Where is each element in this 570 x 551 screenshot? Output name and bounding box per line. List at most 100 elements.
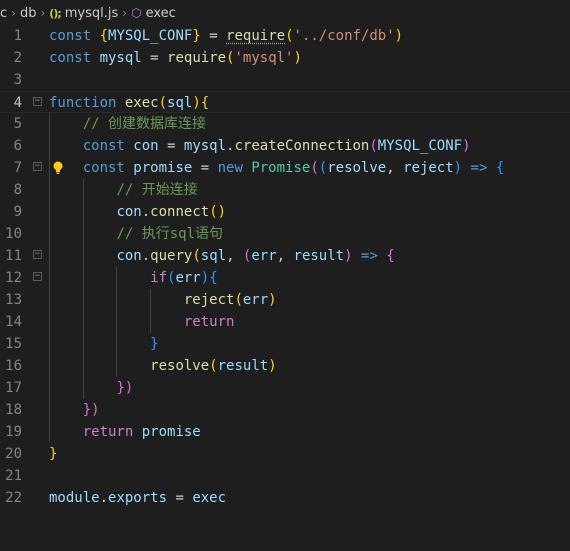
code-text: const con = mysql.createConnection(MYSQL… <box>49 135 471 157</box>
code-line[interactable]: 12 − if(err){ <box>0 267 570 289</box>
code-line[interactable]: 21 <box>0 465 570 487</box>
code-token: Promise <box>251 160 311 176</box>
code-token: { <box>386 248 395 264</box>
code-token: module <box>49 490 100 506</box>
line-number: 17 <box>5 380 22 396</box>
code-token: createConnection <box>234 138 370 154</box>
code-line[interactable]: 14 return <box>0 311 570 333</box>
breadcrumb-symbol[interactable]: exec <box>146 6 176 21</box>
code-token: ( <box>209 358 218 374</box>
code-token: } <box>192 28 201 44</box>
code-line[interactable]: 18 }) <box>0 399 570 421</box>
code-token: = <box>158 138 184 154</box>
code-line[interactable]: 10 // 执行sql语句 <box>0 223 570 245</box>
code-line[interactable]: 9 con.connect() <box>0 201 570 223</box>
code-token: MYSQL_CONF <box>108 28 193 44</box>
code-token: con <box>116 248 142 264</box>
code-line[interactable]: 3 <box>0 69 570 91</box>
code-token: ( <box>318 160 328 176</box>
code-line[interactable]: 7− const promise = new Promise((resolve,… <box>0 157 570 179</box>
code-token: . <box>141 204 151 220</box>
breadcrumb-folder-c[interactable]: c <box>0 6 7 21</box>
code-token: sql <box>200 248 227 264</box>
code-line[interactable]: 16 resolve(result) <box>0 355 570 377</box>
code-token: { <box>495 160 505 176</box>
code-text: // 执行sql语句 <box>49 223 223 245</box>
code-text: con.connect() <box>49 201 226 223</box>
code-token: ( <box>192 248 201 264</box>
code-line[interactable]: 4 − function exec(sql){ <box>0 91 570 113</box>
code-text: function exec(sql){ <box>49 92 209 114</box>
line-number: 21 <box>5 468 22 484</box>
code-token: function <box>49 95 125 111</box>
code-line[interactable]: 20} <box>0 443 570 465</box>
code-token: ) <box>268 292 277 308</box>
code-token: ) <box>268 358 277 374</box>
code-text: } <box>49 333 158 355</box>
breadcrumb-file[interactable]: mysql.js <box>65 6 119 21</box>
code-editor[interactable]: c › db › (); mysql.js › ⬡ exec 1 const {M… <box>0 0 570 551</box>
code-token: ( <box>234 292 243 308</box>
code-token: promise <box>133 160 193 176</box>
code-area[interactable]: 1 const {MYSQL_CONF} = require('../conf/d… <box>0 25 570 509</box>
code-line[interactable]: 19 return promise <box>0 421 570 443</box>
code-line[interactable]: 1 const {MYSQL_CONF} = require('../conf/d… <box>0 25 570 47</box>
code-line[interactable]: 5 // 创建数据库连接 <box>0 113 570 135</box>
code-token: // 开始连接 <box>116 182 198 198</box>
lightbulb-icon[interactable] <box>51 160 65 176</box>
code-token: '../conf/db' <box>293 28 395 44</box>
fold-toggle-icon[interactable]: − <box>33 272 42 281</box>
code-token: ( <box>310 160 319 176</box>
code-line[interactable]: 15 } <box>0 333 570 355</box>
code-token: () <box>209 204 227 220</box>
code-text: // 创建数据库连接 <box>49 113 206 135</box>
code-token: const <box>82 160 134 176</box>
code-line[interactable]: 17 }) <box>0 377 570 399</box>
code-token: result <box>293 248 345 264</box>
fold-toggle-icon[interactable]: − <box>33 97 42 106</box>
code-token: // 创建数据库连接 <box>82 116 207 132</box>
chevron-right-icon: › <box>40 6 46 20</box>
function-symbol-icon: ⬡ <box>131 6 142 20</box>
code-token: ) <box>453 160 463 176</box>
js-file-icon: (); <box>49 6 62 20</box>
code-token: ( <box>285 28 294 44</box>
fold-toggle-icon[interactable]: − <box>33 250 42 259</box>
code-token: const <box>82 138 134 154</box>
code-line[interactable]: 8 // 开始连接 <box>0 161 570 201</box>
line-number: 16 <box>5 358 22 374</box>
fold-toggle-icon[interactable]: − <box>33 162 42 171</box>
code-token: err <box>175 270 201 286</box>
line-number: 19 <box>5 424 22 440</box>
code-token: return <box>183 314 235 330</box>
breadcrumb-folder-db[interactable]: db <box>20 6 37 21</box>
code-token: , <box>386 160 404 176</box>
line-number: 3 <box>13 72 22 88</box>
line-number: 20 <box>5 446 22 462</box>
code-token: ) <box>344 248 353 264</box>
line-number: 7 <box>13 160 22 176</box>
code-token: // 执行sql语句 <box>116 226 224 242</box>
code-token: resolve <box>150 358 210 374</box>
code-line[interactable]: 11− con.query(sql, (err, result) => { <box>0 245 570 267</box>
breadcrumb: c › db › (); mysql.js › ⬡ exec <box>0 0 570 26</box>
line-number: 12 <box>5 270 22 286</box>
code-line[interactable]: 13 reject(err) <box>0 289 570 311</box>
line-number: 15 <box>5 336 22 352</box>
code-token: ( <box>158 95 168 111</box>
code-token: connect <box>150 204 210 220</box>
code-token: { <box>209 270 218 286</box>
code-line[interactable]: 2 const mysql = require('mysql') <box>0 47 570 69</box>
code-line[interactable]: 6 const con = mysql.createConnection(MYS… <box>0 135 570 157</box>
code-token: const <box>49 50 100 66</box>
code-token: => <box>352 248 387 264</box>
code-token: = <box>200 28 227 44</box>
code-line[interactable]: 22 module.exports = exec <box>0 487 570 509</box>
line-number: 18 <box>5 402 22 418</box>
